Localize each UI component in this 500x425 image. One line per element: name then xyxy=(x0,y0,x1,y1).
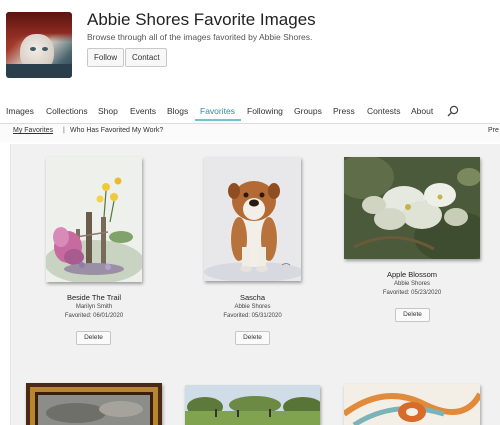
artwork-image[interactable] xyxy=(344,384,480,425)
tab-about[interactable]: About xyxy=(411,106,433,116)
artwork-title[interactable]: Sascha xyxy=(204,293,301,302)
avatar[interactable] xyxy=(6,12,72,78)
artwork-image[interactable] xyxy=(26,383,162,425)
tab-following[interactable]: Following xyxy=(247,106,283,116)
tab-press[interactable]: Press xyxy=(333,106,355,116)
prev-link[interactable]: Pre xyxy=(488,127,499,134)
follow-button[interactable]: Follow xyxy=(87,48,125,67)
favorited-date: Favorited: 05/31/2020 xyxy=(223,313,282,319)
artwork-title[interactable]: Apple Blossom xyxy=(344,270,480,279)
artist-name[interactable]: Abbie Shores xyxy=(344,281,480,287)
tab-shop[interactable]: Shop xyxy=(98,106,118,116)
artwork-image[interactable] xyxy=(46,157,142,282)
tab-contests[interactable]: Contests xyxy=(367,106,401,116)
who-favorited-link[interactable]: Who Has Favorited My Work? xyxy=(70,127,163,134)
profile-nav: Images Collections Shop Events Blogs Fav… xyxy=(0,104,500,124)
tab-blogs[interactable]: Blogs xyxy=(167,106,188,116)
favorited-date: Favorited: 06/01/2020 xyxy=(64,313,124,319)
page-description: Browse through all of the images favorit… xyxy=(87,32,313,42)
artwork-image[interactable] xyxy=(344,157,480,259)
active-tab-indicator xyxy=(195,119,241,121)
subnav-separator: | xyxy=(63,127,65,134)
artwork-image[interactable] xyxy=(185,385,320,425)
artwork-image[interactable] xyxy=(204,157,301,281)
tab-favorites[interactable]: Favorites xyxy=(200,106,235,116)
delete-button[interactable]: Delete xyxy=(235,331,270,345)
search-icon[interactable] xyxy=(447,105,459,117)
artist-name[interactable]: Marilyn Smith xyxy=(46,304,142,310)
profile-header: Abbie Shores Favorite Images Browse thro… xyxy=(0,0,500,100)
favorited-date: Favorited: 05/23/2020 xyxy=(382,290,442,296)
artist-name[interactable]: Abbie Shores xyxy=(204,304,301,310)
tab-events[interactable]: Events xyxy=(130,106,156,116)
artwork-title[interactable]: Beside The Trail xyxy=(46,293,142,302)
my-favorites-link[interactable]: My Favorites xyxy=(13,127,53,134)
tab-collections[interactable]: Collections xyxy=(46,106,88,116)
delete-button[interactable]: Delete xyxy=(76,331,111,345)
page-title: Abbie Shores Favorite Images xyxy=(87,10,316,29)
contact-button[interactable]: Contact xyxy=(125,48,167,67)
tab-images[interactable]: Images xyxy=(6,106,34,116)
delete-button[interactable]: Delete xyxy=(395,308,430,322)
tab-groups[interactable]: Groups xyxy=(294,106,322,116)
